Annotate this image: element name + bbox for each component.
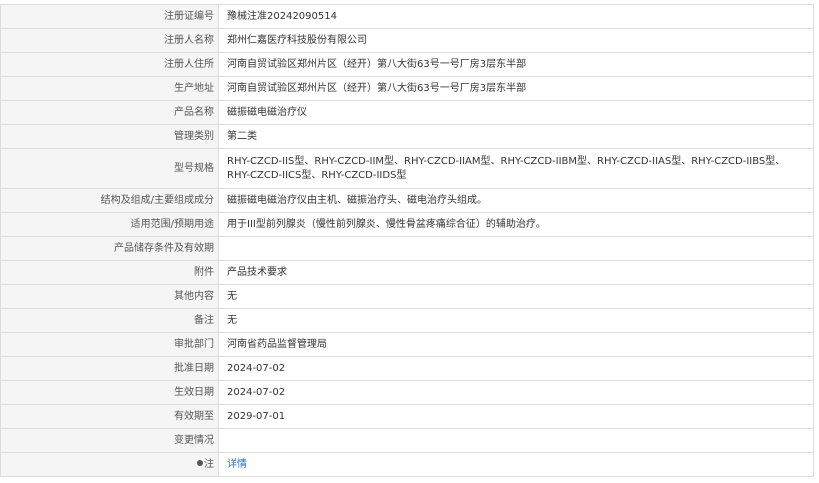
value-valid-until: 2029-07-01 — [218, 404, 814, 429]
row-product-name: 产品名称 磁振磁电磁治疗仪 — [0, 100, 814, 125]
value-approval-department: 河南省药品监督管理局 — [218, 332, 814, 357]
label-management-category: 管理类别 — [0, 124, 219, 149]
row-production-address: 生产地址 河南自贸试验区郑州片区（经开）第八大街63号一号厂房3层东半部 — [0, 76, 814, 101]
row-valid-until: 有效期至 2029-07-01 — [0, 404, 814, 429]
label-production-address: 生产地址 — [0, 76, 219, 101]
value-remarks: 无 — [218, 308, 814, 333]
row-effective-date: 生效日期 2024-07-02 — [0, 380, 814, 405]
row-change-history: 变更情况 — [0, 428, 814, 453]
row-structure-composition: 结构及组成/主要组成成分 磁振磁电磁治疗仪由主机、磁振治疗头、磁电治疗头组成。 — [0, 188, 814, 213]
value-registration-number: 豫械注准20242090514 — [218, 4, 814, 29]
value-model-specification: RHY-CZCD-IIS型、RHY-CZCD-IIM型、RHY-CZCD-IIA… — [218, 148, 814, 189]
label-registrant-address: 注册人住所 — [0, 52, 219, 77]
value-registrant-name: 郑州仁嘉医疗科技股份有限公司 — [218, 28, 814, 53]
value-approval-date: 2024-07-02 — [218, 356, 814, 381]
row-note: 注 详情 — [0, 452, 814, 477]
label-remarks: 备注 — [0, 308, 219, 333]
row-intended-use: 适用范围/预期用途 用于III型前列腺炎（慢性前列腺炎、慢性骨盆疼痛综合征）的辅… — [0, 212, 814, 237]
registration-detail-table: 注册证编号 豫械注准20242090514 注册人名称 郑州仁嘉医疗科技股份有限… — [0, 4, 814, 477]
value-other-content: 无 — [218, 284, 814, 309]
label-note: 注 — [0, 452, 219, 477]
label-model-specification: 型号规格 — [0, 148, 219, 189]
row-management-category: 管理类别 第二类 — [0, 124, 814, 149]
label-attachment: 附件 — [0, 260, 219, 285]
value-attachment: 产品技术要求 — [218, 260, 814, 285]
value-production-address: 河南自贸试验区郑州片区（经开）第八大街63号一号厂房3层东半部 — [218, 76, 814, 101]
label-valid-until: 有效期至 — [0, 404, 219, 429]
row-attachment: 附件 产品技术要求 — [0, 260, 814, 285]
label-change-history: 变更情况 — [0, 428, 219, 453]
label-approval-department: 审批部门 — [0, 332, 219, 357]
label-product-name: 产品名称 — [0, 100, 219, 125]
label-other-content: 其他内容 — [0, 284, 219, 309]
label-intended-use: 适用范围/预期用途 — [0, 212, 219, 237]
row-other-content: 其他内容 无 — [0, 284, 814, 309]
row-approval-date: 批准日期 2024-07-02 — [0, 356, 814, 381]
row-storage-conditions: 产品储存条件及有效期 — [0, 236, 814, 261]
row-registrant-address: 注册人住所 河南自贸试验区郑州片区（经开）第八大街63号一号厂房3层东半部 — [0, 52, 814, 77]
value-product-name: 磁振磁电磁治疗仪 — [218, 100, 814, 125]
value-note: 详情 — [218, 452, 814, 477]
row-registration-number: 注册证编号 豫械注准20242090514 — [0, 4, 814, 29]
bullet-dot-icon — [197, 459, 203, 466]
details-link[interactable]: 详情 — [227, 459, 247, 470]
value-registrant-address: 河南自贸试验区郑州片区（经开）第八大街63号一号厂房3层东半部 — [218, 52, 814, 77]
label-storage-conditions: 产品储存条件及有效期 — [0, 236, 219, 261]
row-approval-department: 审批部门 河南省药品监督管理局 — [0, 332, 814, 357]
label-effective-date: 生效日期 — [0, 380, 219, 405]
label-registrant-name: 注册人名称 — [0, 28, 219, 53]
label-registration-number: 注册证编号 — [0, 4, 219, 29]
value-management-category: 第二类 — [218, 124, 814, 149]
label-structure-composition: 结构及组成/主要组成成分 — [0, 188, 219, 213]
row-model-specification: 型号规格 RHY-CZCD-IIS型、RHY-CZCD-IIM型、RHY-CZC… — [0, 148, 814, 189]
row-remarks: 备注 无 — [0, 308, 814, 333]
value-change-history — [218, 428, 814, 453]
value-intended-use: 用于III型前列腺炎（慢性前列腺炎、慢性骨盆疼痛综合征）的辅助治疗。 — [218, 212, 814, 237]
value-storage-conditions — [218, 236, 814, 261]
label-note-text: 注 — [204, 458, 214, 470]
value-structure-composition: 磁振磁电磁治疗仪由主机、磁振治疗头、磁电治疗头组成。 — [218, 188, 814, 213]
label-approval-date: 批准日期 — [0, 356, 219, 381]
value-effective-date: 2024-07-02 — [218, 380, 814, 405]
row-registrant-name: 注册人名称 郑州仁嘉医疗科技股份有限公司 — [0, 28, 814, 53]
